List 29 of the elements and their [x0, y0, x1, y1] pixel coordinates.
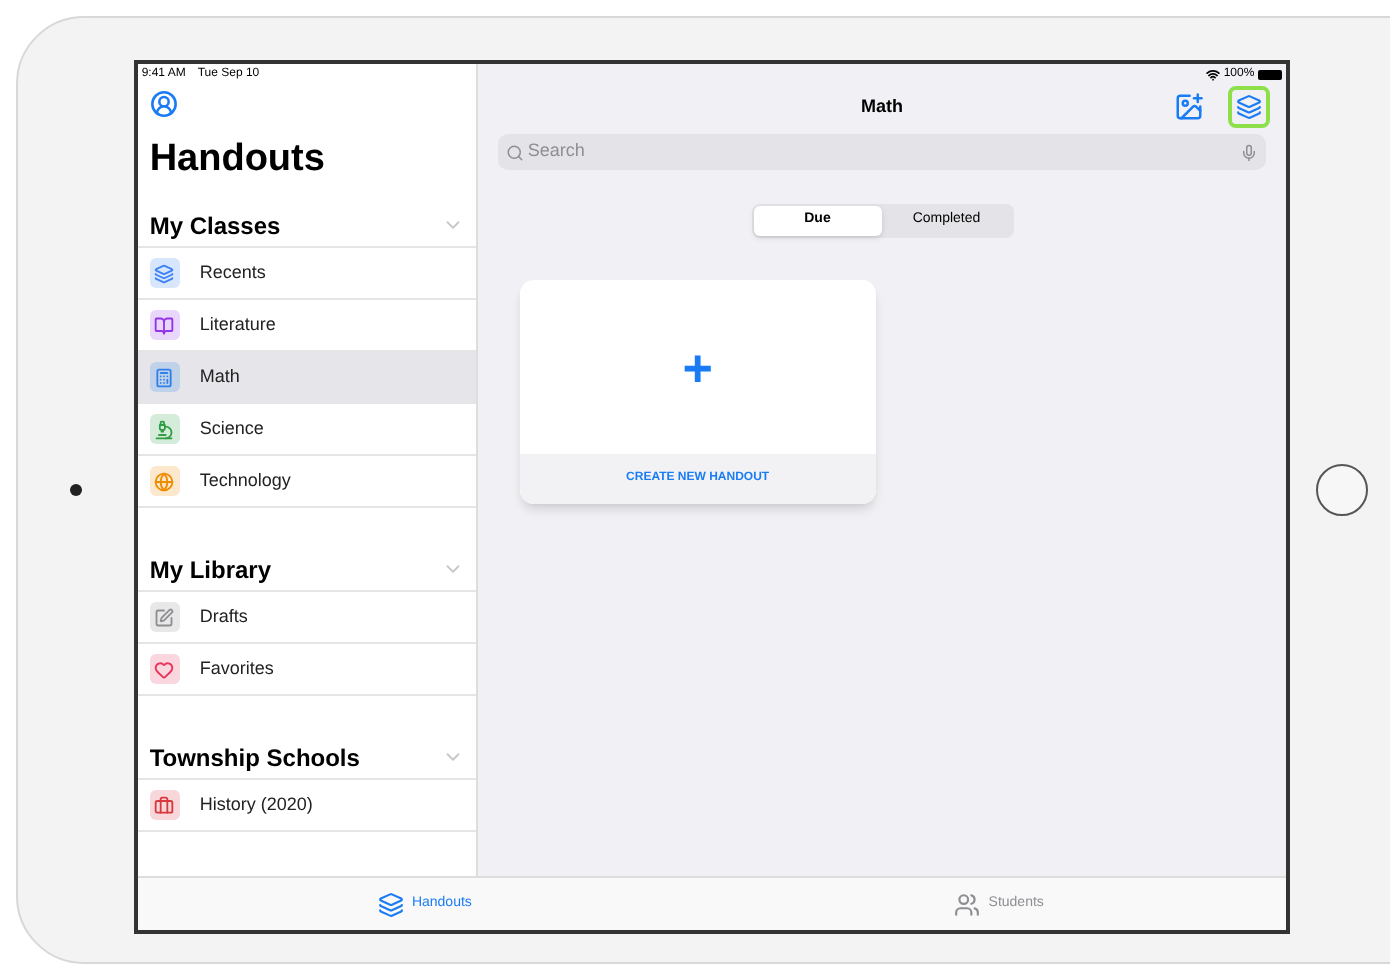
microphone-icon[interactable]: [1240, 143, 1259, 161]
page-title: Math: [861, 94, 903, 121]
wifi-icon: [1205, 67, 1220, 81]
item-label: History (2020): [199, 791, 313, 818]
item-label: Math: [199, 363, 240, 390]
section-title: My Classes: [149, 209, 281, 243]
layers-icon: [1236, 94, 1263, 120]
add-stack-button[interactable]: [1228, 86, 1271, 128]
layers-icon: [377, 891, 404, 917]
search-bar[interactable]: Search: [497, 134, 1267, 170]
section-title: Township Schools: [149, 741, 360, 775]
camera-icon: [69, 484, 82, 496]
item-label: Technology: [199, 467, 291, 494]
people-icon: [954, 891, 981, 917]
battery-icon: [1258, 69, 1283, 79]
profile-icon[interactable]: [149, 90, 178, 118]
home-button[interactable]: [1316, 464, 1369, 516]
sidebar-item[interactable]: Math: [137, 352, 476, 404]
item-label: Drafts: [199, 603, 248, 630]
sidebar-title: Handouts: [147, 138, 327, 182]
item-label: Favorites: [199, 655, 274, 682]
plus-symbol: +: [682, 341, 713, 393]
item-label: Literature: [199, 311, 276, 338]
section-title: My Library: [149, 553, 272, 587]
search-icon: [505, 143, 524, 161]
item-label: Science: [199, 415, 264, 442]
item-label: Recents: [199, 259, 266, 286]
add-image-icon[interactable]: [1174, 92, 1205, 122]
search-field[interactable]: Search: [527, 138, 1237, 166]
